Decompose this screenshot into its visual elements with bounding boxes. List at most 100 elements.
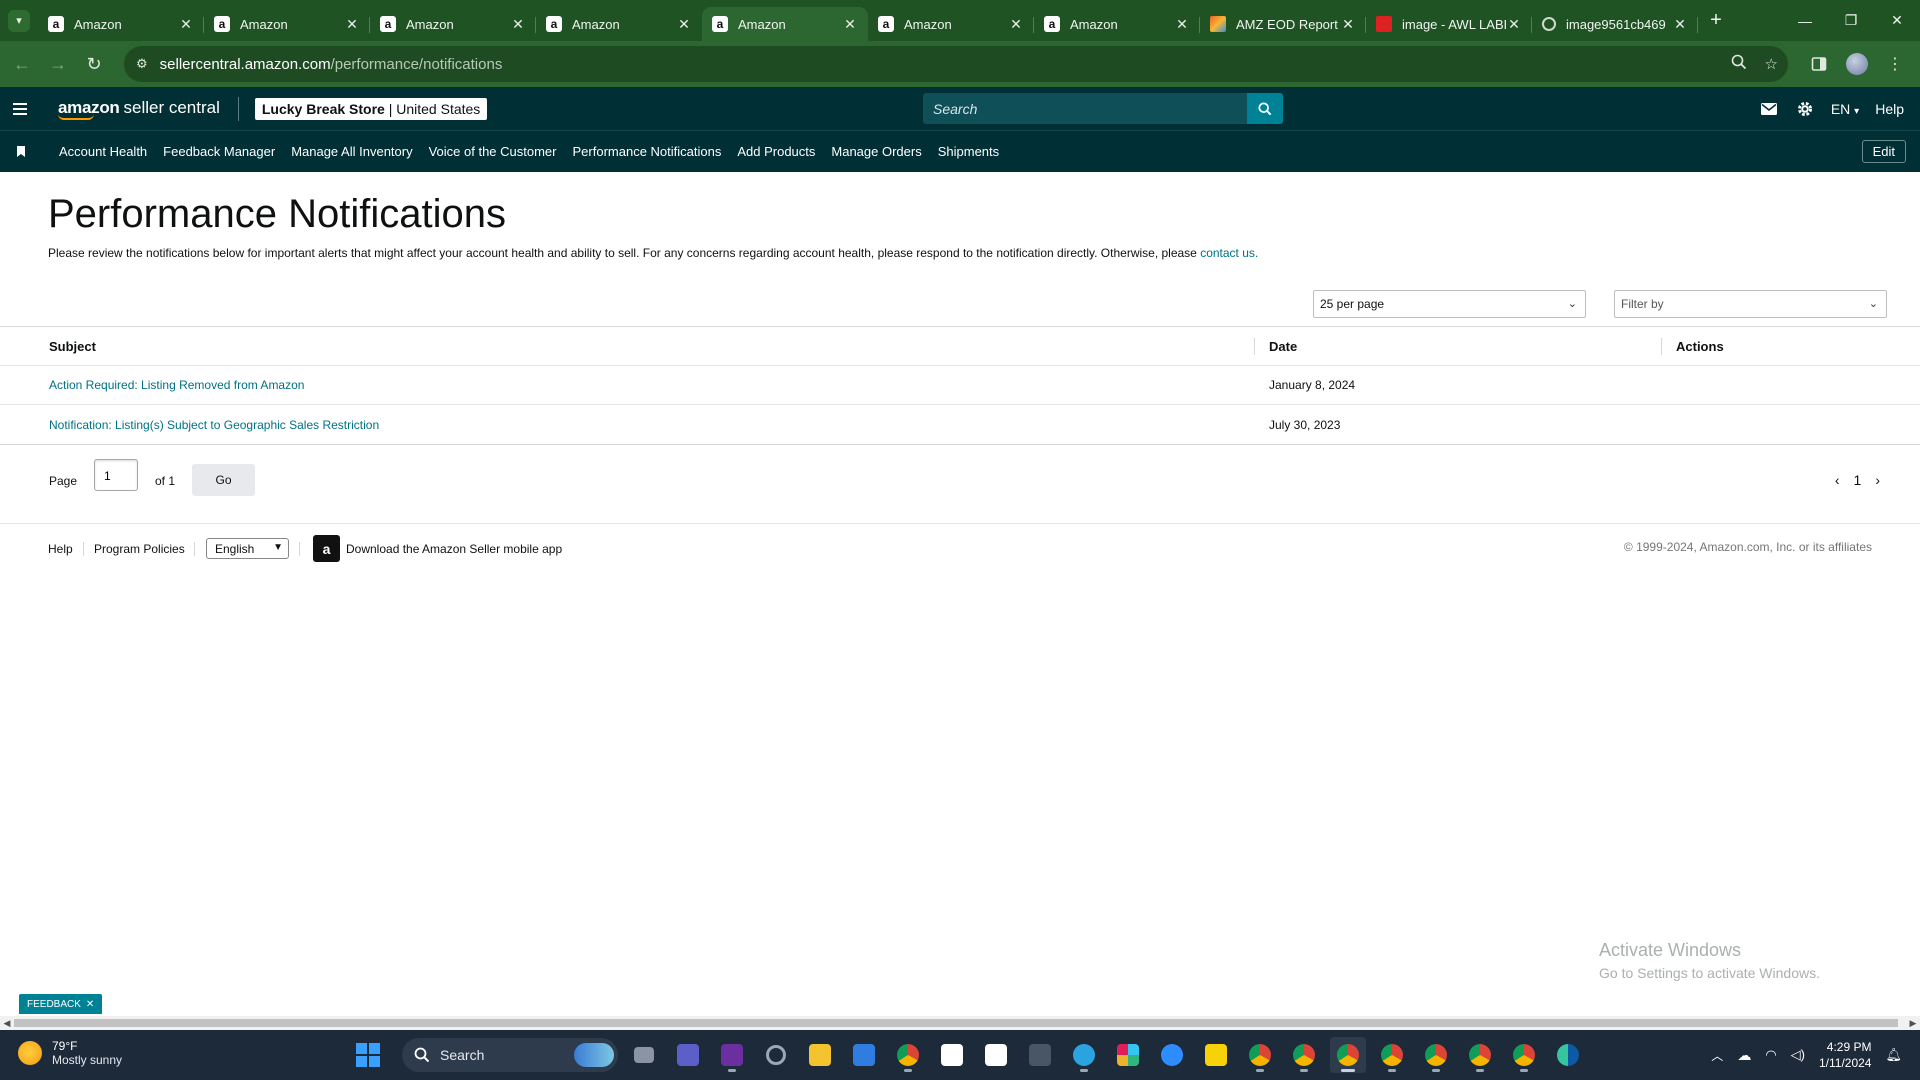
filter-select[interactable]: Filter by ⌄ — [1614, 290, 1887, 318]
chrome-profile-icon[interactable] — [1462, 1037, 1498, 1073]
notification-subject-link[interactable]: Action Required: Listing Removed from Am… — [49, 378, 304, 392]
close-tab-icon[interactable]: ✕ — [1340, 16, 1356, 33]
side-panel-icon[interactable] — [1802, 47, 1836, 81]
chrome-profile-icon[interactable] — [1374, 1037, 1410, 1073]
program-policies-link[interactable]: Program Policies — [94, 542, 185, 556]
footer-language-select[interactable]: English ▼ — [206, 538, 289, 559]
volume-icon[interactable]: ◁) — [1791, 1047, 1805, 1063]
close-tab-icon[interactable]: ✕ — [178, 16, 194, 33]
back-button[interactable]: ← — [4, 46, 40, 82]
chart-app-icon[interactable] — [934, 1037, 970, 1073]
header-date[interactable]: Date — [1269, 339, 1297, 354]
notification-subject-link[interactable]: Notification: Listing(s) Subject to Geog… — [49, 418, 379, 432]
close-tab-icon[interactable]: ✕ — [1506, 16, 1522, 33]
bookmark-star-icon[interactable]: ☆ — [1765, 55, 1778, 73]
zoom-icon[interactable] — [1154, 1037, 1190, 1073]
next-page-icon[interactable]: › — [1875, 472, 1880, 488]
close-tab-icon[interactable]: ✕ — [1672, 16, 1688, 33]
site-info-icon[interactable]: ⚙ — [136, 56, 148, 72]
subnav-link-manage-all-inventory[interactable]: Manage All Inventory — [291, 144, 412, 159]
browser-tab[interactable]: a Amazon ✕ — [702, 7, 868, 41]
footer-help-link[interactable]: Help — [48, 542, 73, 556]
store-switcher[interactable]: Lucky Break Store | United States — [254, 97, 488, 120]
subnav-link-manage-orders[interactable]: Manage Orders — [831, 144, 921, 159]
feedback-button[interactable]: FEEDBACK ✕ — [19, 994, 103, 1014]
sync-app-icon[interactable] — [758, 1037, 794, 1073]
current-page-number[interactable]: 1 — [1854, 472, 1862, 488]
subnav-link-account-health[interactable]: Account Health — [59, 144, 147, 159]
address-bar[interactable]: ⚙ sellercentral.amazon.com/performance/n… — [124, 46, 1788, 82]
nzxt-icon[interactable] — [714, 1037, 750, 1073]
chrome-profile-icon[interactable] — [1418, 1037, 1454, 1073]
chrome-icon[interactable] — [890, 1037, 926, 1073]
telegram-icon[interactable] — [1066, 1037, 1102, 1073]
subnav-link-voice-of-the-customer[interactable]: Voice of the Customer — [429, 144, 557, 159]
minimize-button[interactable]: — — [1782, 0, 1828, 41]
close-window-button[interactable]: ✕ — [1874, 0, 1920, 41]
browser-tab[interactable]: image - AWL LABE ✕ — [1366, 7, 1532, 41]
browser-tab[interactable]: image9561cb469 ✕ — [1532, 7, 1698, 41]
sticky-notes-icon[interactable] — [1198, 1037, 1234, 1073]
wifi-icon[interactable]: ◠ — [1765, 1047, 1776, 1063]
chart-app-icon-2[interactable] — [978, 1037, 1014, 1073]
edge-icon[interactable] — [1550, 1037, 1586, 1073]
scroll-right-icon[interactable]: ▶ — [1906, 1016, 1920, 1030]
browser-tab[interactable]: a Amazon ✕ — [1034, 7, 1200, 41]
weather-widget[interactable]: 79°F Mostly sunny — [18, 1039, 122, 1067]
hamburger-menu-icon[interactable] — [0, 87, 40, 130]
previous-page-icon[interactable]: ‹ — [1835, 472, 1840, 488]
close-tab-icon[interactable]: ✕ — [510, 16, 526, 33]
bookmark-icon[interactable] — [0, 146, 42, 157]
file-explorer-icon[interactable] — [802, 1037, 838, 1073]
system-clock[interactable]: 4:29 PM 1/11/2024 — [1819, 1039, 1872, 1071]
close-tab-icon[interactable]: ✕ — [344, 16, 360, 33]
browser-tab[interactable]: a Amazon ✕ — [370, 7, 536, 41]
zoom-icon[interactable] — [1731, 54, 1747, 74]
close-tab-icon[interactable]: ✕ — [1174, 16, 1190, 33]
taskbar-search[interactable]: Search — [402, 1038, 618, 1072]
seller-central-logo[interactable]: amazon seller central — [58, 98, 220, 120]
contact-us-link[interactable]: contact us. — [1200, 246, 1258, 260]
subnav-link-add-products[interactable]: Add Products — [737, 144, 815, 159]
settings-gear-icon[interactable] — [1795, 99, 1815, 119]
chrome-profile-icon[interactable] — [1242, 1037, 1278, 1073]
horizontal-scrollbar[interactable]: ◀ ▶ — [0, 1016, 1920, 1030]
subnav-link-feedback-manager[interactable]: Feedback Manager — [163, 144, 275, 159]
seller-app-icon[interactable]: a — [313, 535, 340, 562]
tab-search-button[interactable]: ▾ — [0, 0, 38, 41]
go-button[interactable]: Go — [192, 464, 255, 496]
download-app-link[interactable]: Download the Amazon Seller mobile app — [346, 542, 562, 556]
new-tab-button[interactable]: + — [1698, 4, 1734, 38]
notification-bell-icon[interactable]: 🔔︎ — [1885, 1047, 1902, 1063]
browser-tab[interactable]: a Amazon ✕ — [204, 7, 370, 41]
chrome-profile-icon[interactable] — [1330, 1037, 1366, 1073]
browser-tab[interactable]: a Amazon ✕ — [38, 7, 204, 41]
chevron-up-icon[interactable]: ︿ — [1711, 1047, 1723, 1064]
forward-button[interactable]: → — [40, 46, 76, 82]
scrollbar-thumb[interactable] — [14, 1019, 1898, 1027]
task-view-icon[interactable] — [626, 1037, 662, 1073]
subnav-link-performance-notifications[interactable]: Performance Notifications — [573, 144, 722, 159]
profile-avatar[interactable] — [1840, 47, 1874, 81]
restore-button[interactable]: ❐ — [1828, 0, 1874, 41]
language-switcher[interactable]: EN ▾ — [1831, 101, 1859, 117]
edit-nav-button[interactable]: Edit — [1861, 140, 1906, 163]
chrome-profile-icon[interactable] — [1506, 1037, 1542, 1073]
close-tab-icon[interactable]: ✕ — [1008, 16, 1024, 33]
per-page-select[interactable]: 25 per page ⌄ — [1313, 290, 1586, 318]
calendar-icon[interactable] — [846, 1037, 882, 1073]
seller-search-input[interactable] — [923, 93, 1247, 124]
chrome-profile-icon[interactable] — [1286, 1037, 1322, 1073]
header-subject[interactable]: Subject — [49, 339, 96, 354]
mail-icon[interactable] — [1759, 99, 1779, 119]
calculator-icon[interactable] — [1022, 1037, 1058, 1073]
page-number-input[interactable] — [94, 459, 138, 491]
slack-icon[interactable] — [1110, 1037, 1146, 1073]
browser-tab[interactable]: a Amazon ✕ — [536, 7, 702, 41]
browser-tab[interactable]: AMZ EOD Report ✕ — [1200, 7, 1366, 41]
start-button[interactable] — [350, 1037, 386, 1073]
browser-menu-icon[interactable]: ⋮ — [1878, 47, 1912, 81]
close-icon[interactable]: ✕ — [86, 999, 94, 1010]
subnav-link-shipments[interactable]: Shipments — [938, 144, 999, 159]
reload-button[interactable]: ↻ — [76, 46, 112, 82]
